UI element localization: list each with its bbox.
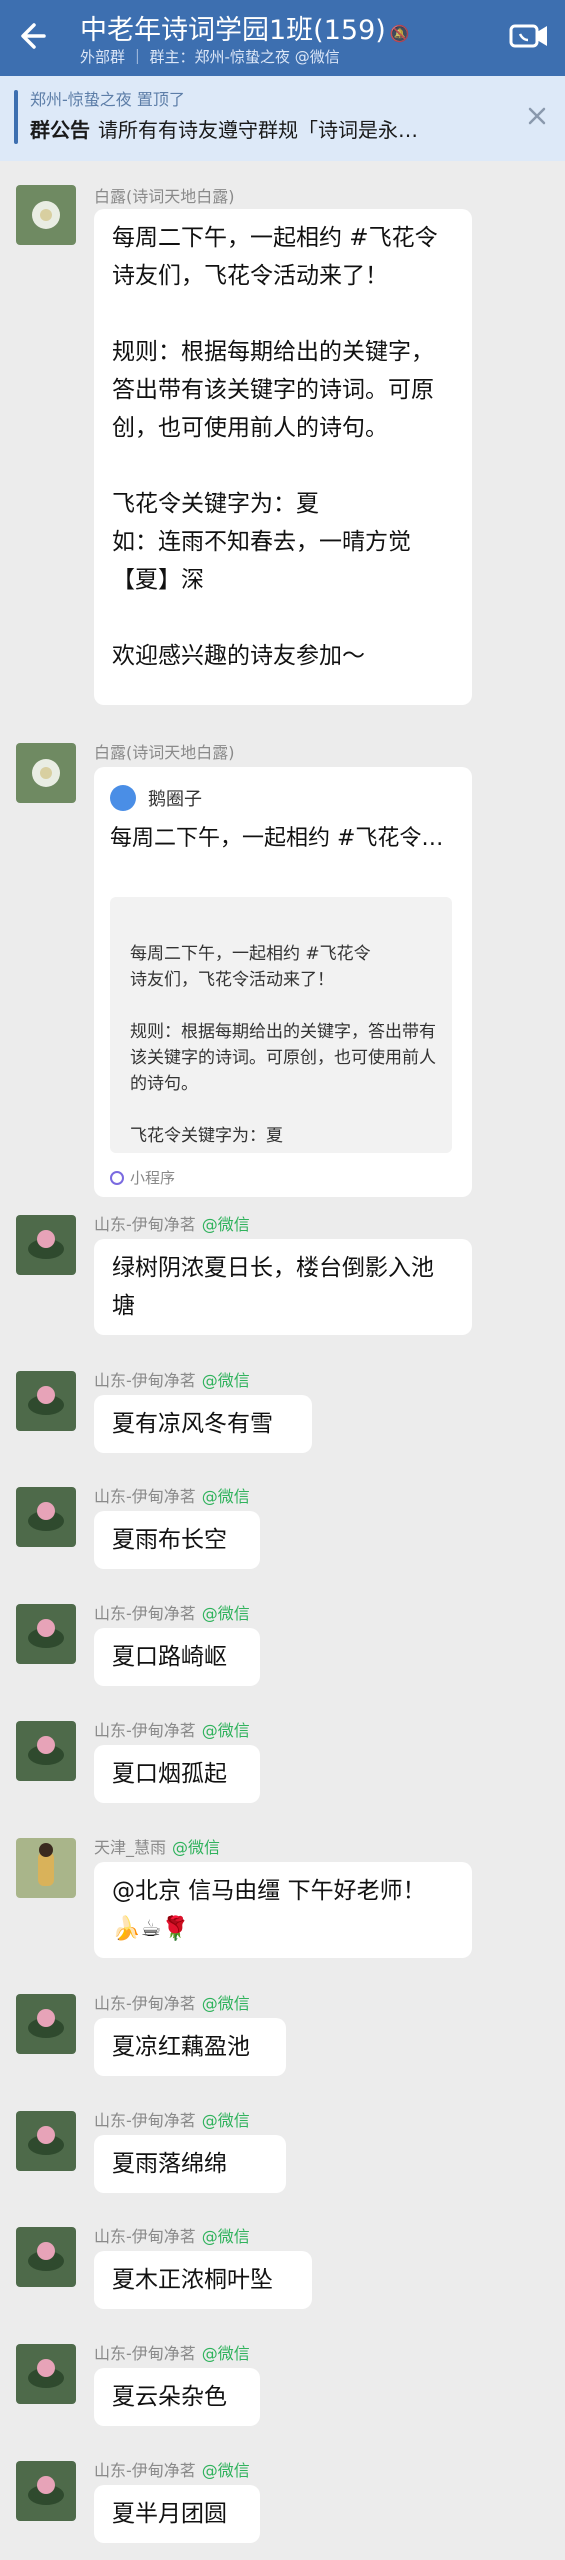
avatar[interactable] xyxy=(16,2461,76,2521)
avatar[interactable] xyxy=(16,2227,76,2287)
card-preview-text: 每周二下午，一起相约 #飞花令 诗友们，飞花令活动来了！ 规则：根据每期给出的关… xyxy=(130,944,436,1146)
notice-accent-bar xyxy=(14,90,18,144)
sender-name: 山东-伊甸净茗 @微信 xyxy=(94,2344,250,2363)
card-footer: 小程序 xyxy=(110,1167,175,1188)
message-bubble[interactable]: 夏口路崎岖 xyxy=(94,1628,260,1686)
avatar[interactable] xyxy=(16,185,76,245)
video-call-icon[interactable] xyxy=(509,18,549,54)
sender-name: 山东-伊甸净茗 @微信 xyxy=(94,1994,250,2013)
notice-label: 群公告 xyxy=(30,118,90,142)
message-bubble[interactable]: 夏雨布长空 xyxy=(94,1511,260,1569)
avatar[interactable] xyxy=(16,1994,76,2054)
message-bubble[interactable]: 每周二下午，一起相约 #飞花令 诗友们，飞花令活动来了！ 规则：根据每期给出的关… xyxy=(94,209,472,705)
message-bubble[interactable]: 夏凉红藕盈池 xyxy=(94,2018,286,2076)
notice-pinned-by: 郑州-惊蛰之夜 置顶了 xyxy=(30,90,185,109)
close-icon[interactable] xyxy=(525,104,549,128)
message-bubble[interactable]: 夏半月团圆 xyxy=(94,2485,260,2543)
mute-icon: 🔕 xyxy=(389,24,410,43)
group-title: 中老年诗词学园1班(159) 🔕 xyxy=(80,15,410,46)
back-arrow-icon[interactable] xyxy=(14,14,58,58)
sender-name: 山东-伊甸净茗 @微信 xyxy=(94,1487,250,1506)
notice-body: 群公告 请所有有诗友遵守群规「诗词是永… xyxy=(30,114,480,143)
sender-name: 山东-伊甸净茗 @微信 xyxy=(94,1371,250,1390)
sender-name: 白露(诗词天地白露) xyxy=(94,743,235,762)
message-bubble[interactable]: 夏雨落绵绵 xyxy=(94,2135,286,2193)
group-notice-banner[interactable]: 郑州-惊蛰之夜 置顶了 群公告 请所有有诗友遵守群规「诗词是永… xyxy=(0,76,565,161)
sender-name: 山东-伊甸净茗 @微信 xyxy=(94,1604,250,1623)
message-bubble[interactable]: 夏有凉风冬有雪 xyxy=(94,1395,312,1453)
mini-program-card[interactable]: 鹅圈子 每周二下午，一起相约 #飞花令… 每周二下午，一起相约 #飞花令 诗友们… xyxy=(94,767,472,1197)
mini-program-logo-icon xyxy=(110,785,136,811)
sender-name: 山东-伊甸净茗 @微信 xyxy=(94,2111,250,2130)
sender-name: 山东-伊甸净茗 @微信 xyxy=(94,1215,250,1234)
mini-program-icon xyxy=(110,1171,124,1185)
message-bubble[interactable]: 绿树阴浓夏日长，楼台倒影入池塘 xyxy=(94,1239,472,1335)
sender-name: 山东-伊甸净茗 @微信 xyxy=(94,1721,250,1740)
mini-program-name: 鹅圈子 xyxy=(148,789,202,810)
avatar[interactable] xyxy=(16,2111,76,2171)
notice-text: 请所有有诗友遵守群规「诗词是永… xyxy=(98,118,418,142)
avatar[interactable] xyxy=(16,1371,76,1431)
avatar[interactable] xyxy=(16,2344,76,2404)
card-preview: 每周二下午，一起相约 #飞花令 诗友们，飞花令活动来了！ 规则：根据每期给出的关… xyxy=(110,897,452,1153)
sender-name: 天津_慧雨 @微信 xyxy=(94,1838,221,1857)
avatar[interactable] xyxy=(16,1721,76,1781)
sender-name: 山东-伊甸净茗 @微信 xyxy=(94,2461,250,2480)
message-bubble[interactable]: @北京 信马由缰 下午好老师！ 🍌☕🌹 xyxy=(94,1862,472,1958)
sender-name: 白露(诗词天地白露) xyxy=(94,187,235,206)
chat-header: 中老年诗词学园1班(159) 🔕 外部群 ｜ 群主：郑州-惊蛰之夜 @微信 xyxy=(0,0,565,76)
avatar[interactable] xyxy=(16,1487,76,1547)
avatar[interactable] xyxy=(16,1215,76,1275)
sender-name: 山东-伊甸净茗 @微信 xyxy=(94,2227,250,2246)
card-title: 每周二下午，一起相约 #飞花令… xyxy=(110,826,444,851)
avatar[interactable] xyxy=(16,1604,76,1664)
message-bubble[interactable]: 夏木正浓桐叶坠 xyxy=(94,2251,312,2309)
avatar[interactable] xyxy=(16,743,76,803)
group-subtitle: 外部群 ｜ 群主：郑州-惊蛰之夜 @微信 xyxy=(80,48,340,66)
avatar[interactable] xyxy=(16,1838,76,1898)
message-bubble[interactable]: 夏云朵杂色 xyxy=(94,2368,260,2426)
message-bubble[interactable]: 夏口烟孤起 xyxy=(94,1745,260,1803)
